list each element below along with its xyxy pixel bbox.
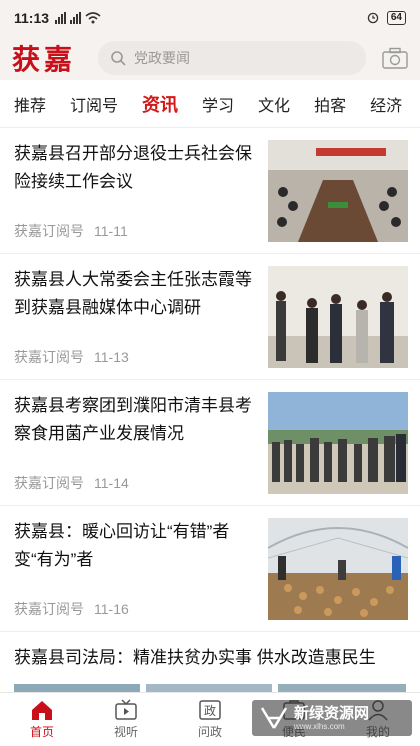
news-card[interactable]: 获嘉县人大常委会主任张志霞等到获嘉县融媒体中心调研 获嘉订阅号 11-13: [0, 254, 420, 380]
news-meta: 获嘉订阅号 11-16: [14, 599, 129, 619]
news-source: 获嘉订阅号: [14, 223, 84, 239]
news-source: 获嘉订阅号: [14, 349, 84, 365]
news-date: 11-13: [94, 349, 129, 365]
status-time: 11:13: [14, 10, 50, 26]
news-feed: 获嘉县召开部分退役士兵社会保险接续工作会议 获嘉订阅号 11-11 获嘉县人大常委…: [0, 128, 420, 702]
nav-label: 问政: [197, 725, 222, 739]
camera-icon[interactable]: [382, 47, 408, 69]
news-thumbnail: [268, 392, 408, 494]
watermark-logo-icon: [260, 707, 288, 729]
tab-recommend[interactable]: 推荐: [14, 92, 46, 116]
search-placeholder: 党政要闻: [134, 50, 190, 66]
news-meta: 获嘉订阅号 11-11: [14, 221, 128, 241]
tv-icon: [115, 699, 137, 720]
nav-media[interactable]: 视听: [84, 693, 168, 746]
news-title: 获嘉县人大常委会主任张志霞等到获嘉县融媒体中心调研: [14, 270, 252, 317]
news-meta: 获嘉订阅号 11-13: [14, 347, 129, 367]
app-header: 获嘉 党政要闻: [0, 36, 420, 80]
news-source: 获嘉订阅号: [14, 601, 84, 617]
app-logo: 获嘉: [12, 43, 77, 76]
tab-subscription[interactable]: 订阅号: [70, 92, 118, 116]
news-title: 获嘉县考察团到濮阳市清丰县考察食用菌产业发展情况: [14, 396, 252, 443]
status-bar: 11:13 64: [0, 0, 420, 36]
news-title: 获嘉县司法局：精准扶贫办实事 供水改造惠民生: [14, 648, 376, 667]
news-source: 获嘉订阅号: [14, 475, 84, 491]
battery-icon: 64: [386, 11, 406, 25]
svg-text:政: 政: [204, 704, 216, 718]
watermark: 新绿资源网 www.xlhs.com: [252, 700, 412, 736]
wifi-icon: [85, 12, 101, 24]
news-date: 11-16: [94, 601, 129, 617]
search-icon: [111, 51, 126, 66]
gov-icon: 政: [199, 700, 221, 720]
nav-label: 首页: [29, 725, 54, 739]
news-title: 获嘉县召开部分退役士兵社会保险接续工作会议: [14, 144, 252, 191]
watermark-url: www.xlhs.com: [294, 721, 345, 731]
signal-icon: [55, 12, 67, 24]
news-title: 获嘉县：暖心回访让“有错”者变“有为”者: [14, 522, 230, 569]
signal-icon-2: [70, 12, 82, 24]
alarm-icon: [367, 12, 379, 24]
news-card[interactable]: 获嘉县：暖心回访让“有错”者变“有为”者 获嘉订阅号 11-16: [0, 506, 420, 632]
tab-culture[interactable]: 文化: [258, 92, 290, 116]
nav-label: 视听: [113, 725, 138, 739]
news-thumbnail: [268, 518, 408, 620]
tab-economy[interactable]: 经济: [370, 92, 402, 116]
search-bar[interactable]: 党政要闻: [98, 41, 366, 75]
news-card[interactable]: 获嘉县考察团到濮阳市清丰县考察食用菌产业发展情况 获嘉订阅号 11-14: [0, 380, 420, 506]
news-thumbnail: [268, 266, 408, 368]
news-date: 11-11: [94, 223, 128, 239]
home-icon: [32, 701, 52, 720]
channel-tabs: 推荐 订阅号 资讯 学习 文化 拍客 经济: [0, 80, 420, 128]
news-meta: 获嘉订阅号 11-14: [14, 473, 129, 493]
news-date: 11-14: [94, 475, 129, 491]
nav-home[interactable]: 首页: [0, 693, 84, 746]
tab-photographer[interactable]: 拍客: [314, 92, 346, 116]
news-thumbnail: [268, 140, 408, 242]
news-card[interactable]: 获嘉县召开部分退役士兵社会保险接续工作会议 获嘉订阅号 11-11: [0, 128, 420, 254]
tab-news[interactable]: 资讯: [142, 91, 178, 117]
nav-gov[interactable]: 政 问政: [168, 693, 252, 746]
tab-study[interactable]: 学习: [202, 92, 234, 116]
watermark-title: 新绿资源网: [294, 704, 370, 722]
